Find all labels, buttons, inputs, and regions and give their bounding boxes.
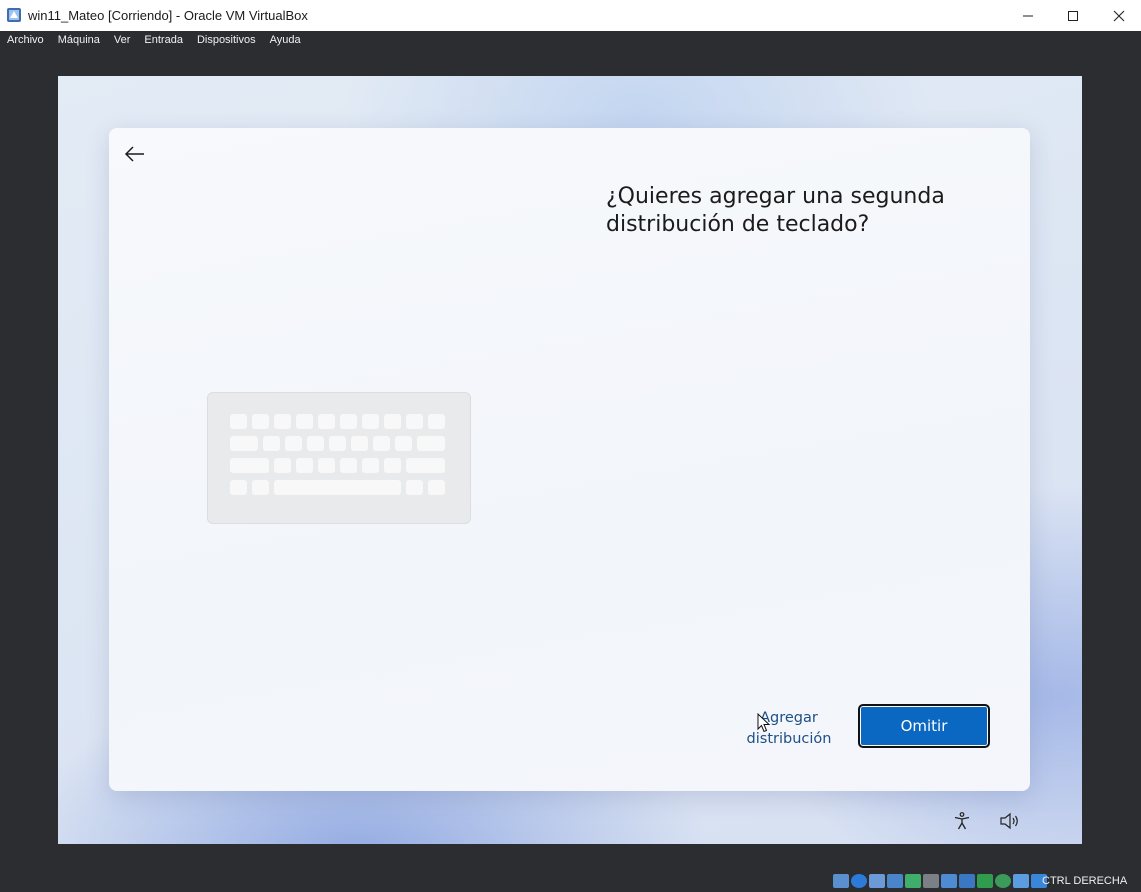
keyboard-illustration	[207, 392, 471, 524]
menu-bar: Archivo Máquina Ver Entrada Dispositivos…	[0, 31, 1141, 50]
optical-drive-icon[interactable]	[851, 874, 867, 888]
menu-entrada[interactable]: Entrada	[137, 31, 190, 50]
add-layout-button[interactable]: Agregar distribución	[729, 708, 849, 750]
volume-icon	[1000, 812, 1018, 830]
dialog-heading: ¿Quieres agregar una segunda distribució…	[606, 184, 945, 237]
accessibility-button[interactable]	[950, 809, 974, 833]
maximize-button[interactable]	[1050, 0, 1096, 31]
display-icon[interactable]	[941, 874, 957, 888]
back-arrow-icon	[124, 146, 144, 162]
window-title: win11_Mateo [Corriendo] - Oracle VM Virt…	[28, 8, 308, 23]
menu-maquina[interactable]: Máquina	[51, 31, 107, 50]
network-icon[interactable]	[887, 874, 903, 888]
volume-button[interactable]	[998, 809, 1022, 833]
menu-ver[interactable]: Ver	[107, 31, 138, 50]
audio-icon[interactable]	[869, 874, 885, 888]
accessibility-icon	[954, 812, 970, 830]
host-key-label: CTRL DERECHA	[1042, 875, 1128, 887]
menu-archivo[interactable]: Archivo	[0, 31, 51, 50]
virtualbox-app-icon	[6, 7, 22, 23]
hard-disk-icon[interactable]	[833, 874, 849, 888]
back-button[interactable]	[121, 140, 149, 168]
mouse-cursor	[757, 712, 771, 738]
video-capture-icon[interactable]	[959, 874, 975, 888]
recording-icon[interactable]	[977, 874, 993, 888]
mouse-integration-icon[interactable]	[1013, 874, 1029, 888]
setup-dialog: ¿Quieres agregar una segunda distribució…	[109, 128, 1030, 791]
close-icon	[1113, 10, 1125, 21]
usb-icon[interactable]	[905, 874, 921, 888]
shared-folders-icon[interactable]	[923, 874, 939, 888]
skip-button[interactable]: Omitir	[858, 704, 990, 748]
menu-dispositivos[interactable]: Dispositivos	[190, 31, 263, 50]
vm-display[interactable]: ¿Quieres agregar una segunda distribució…	[58, 76, 1082, 844]
status-bar: CTRL DERECHA	[0, 870, 1141, 892]
maximize-icon	[1068, 10, 1078, 21]
menu-ayuda[interactable]: Ayuda	[263, 31, 308, 50]
cpu-icon[interactable]	[995, 874, 1011, 888]
title-bar: win11_Mateo [Corriendo] - Oracle VM Virt…	[0, 0, 1141, 32]
close-button[interactable]	[1096, 0, 1141, 31]
minimize-icon	[1023, 15, 1033, 16]
minimize-button[interactable]	[1005, 0, 1051, 31]
